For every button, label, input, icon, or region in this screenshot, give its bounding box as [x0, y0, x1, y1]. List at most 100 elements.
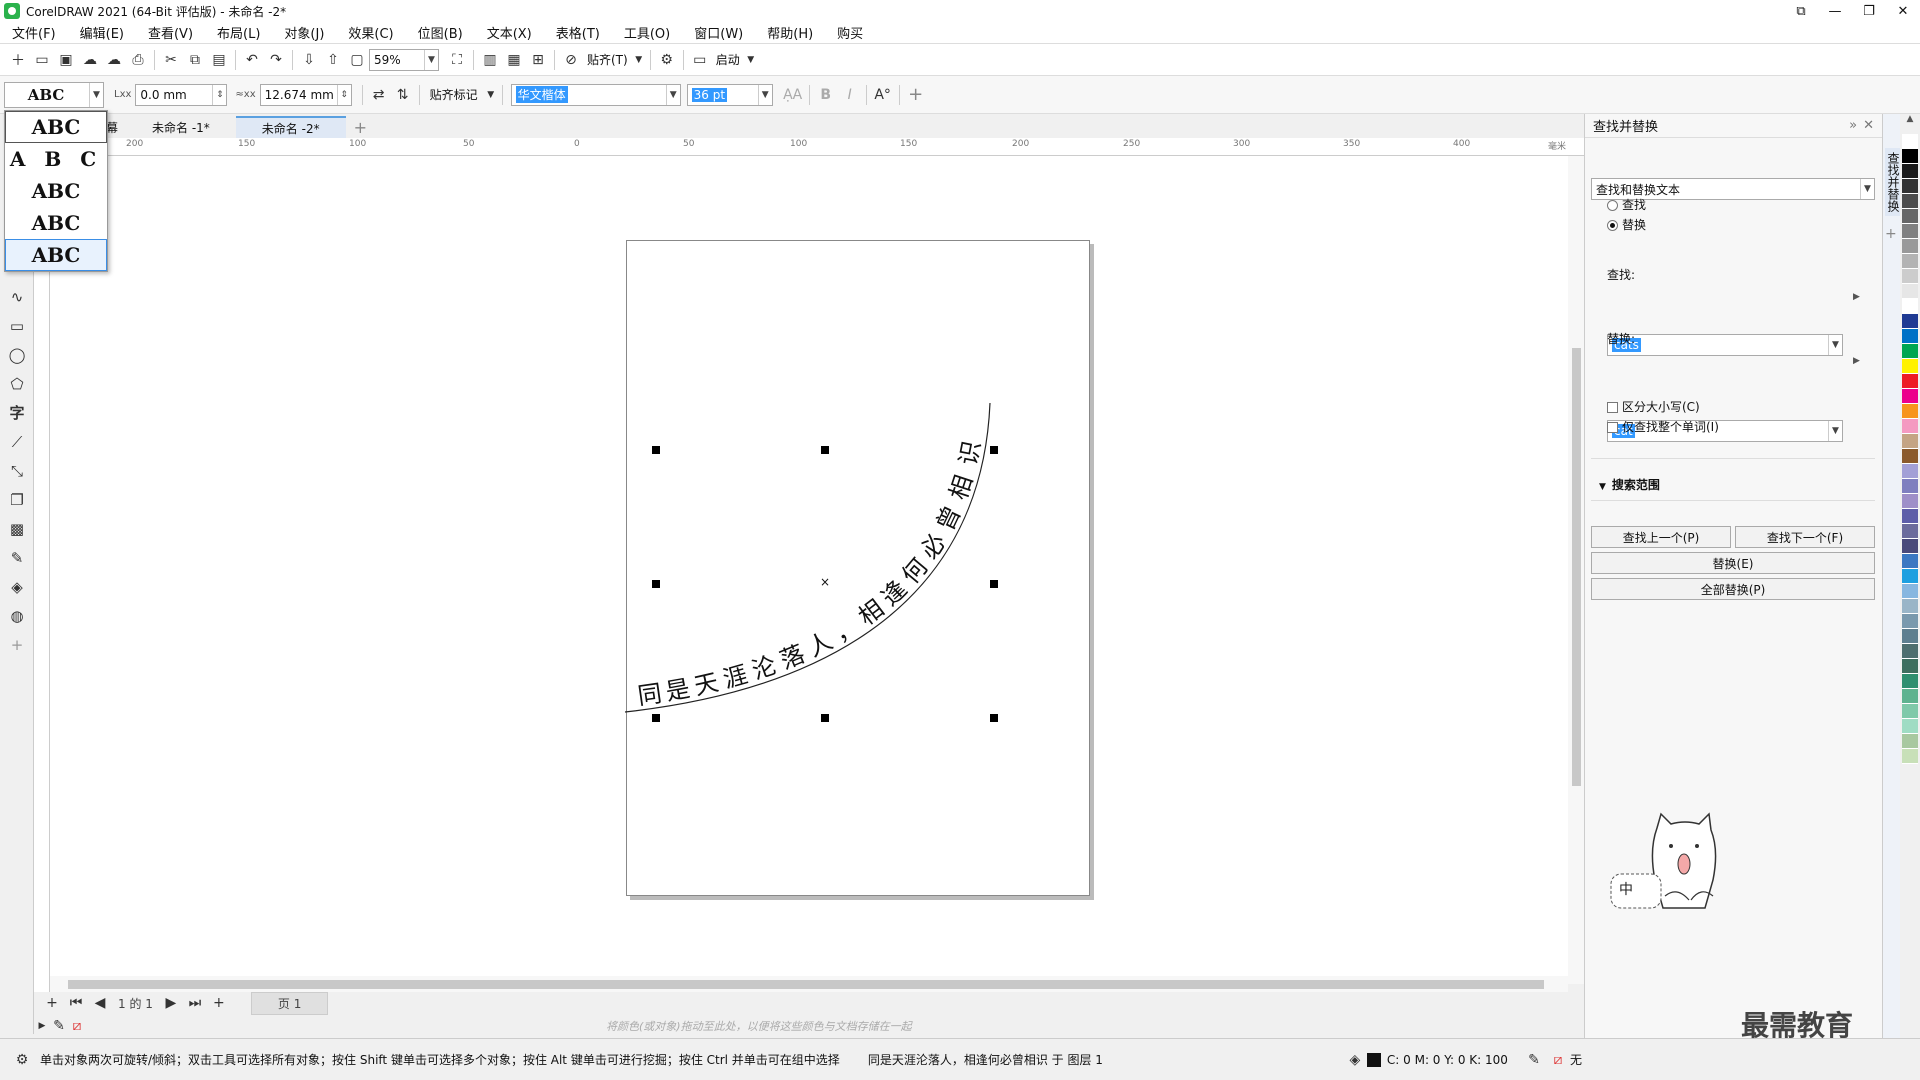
pdf-icon[interactable]: ▢ [345, 48, 369, 72]
color-swatch[interactable] [1902, 554, 1918, 569]
find-next-button[interactable]: 查找下一个(F) [1735, 526, 1875, 548]
preset-item[interactable]: ABC [5, 207, 107, 239]
color-swatch[interactable] [1902, 629, 1918, 644]
close-button[interactable]: ✕ [1886, 0, 1920, 22]
preset-item[interactable]: A B C [5, 143, 107, 175]
color-swatch[interactable] [1902, 419, 1918, 434]
stepper-icon[interactable]: ⇕ [212, 84, 226, 105]
add-tab-icon[interactable]: + [346, 116, 375, 138]
selection-handle[interactable] [652, 446, 660, 454]
connector-tool-icon[interactable]: ⤡ [0, 456, 34, 485]
color-swatch[interactable] [1902, 584, 1918, 599]
color-swatch[interactable] [1902, 689, 1918, 704]
restore-view-icon[interactable]: ⧉ [1784, 0, 1818, 22]
tab-untitled-1[interactable]: 未命名 -1* [126, 116, 236, 138]
docker-collapse-icon[interactable]: » [1849, 118, 1857, 133]
color-swatch[interactable] [1902, 134, 1918, 149]
fill-color-swatch[interactable] [1366, 1052, 1381, 1067]
full-screen-icon[interactable]: ⛶ [445, 48, 469, 72]
chevron-down-icon[interactable]: ▼ [89, 82, 103, 107]
radio-replace[interactable]: 替换 [1607, 216, 1646, 233]
selection-handle[interactable] [652, 580, 660, 588]
preset-item[interactable]: ABC [5, 175, 107, 207]
chevron-down-icon[interactable]: ▼ [484, 83, 498, 107]
vertical-ruler[interactable] [34, 156, 50, 992]
parallel-dimension-tool-icon[interactable]: ⟋ [0, 427, 34, 456]
paste-icon[interactable]: ▤ [207, 48, 231, 72]
color-swatch[interactable] [1902, 359, 1918, 374]
whole-word-box[interactable] [1607, 422, 1618, 433]
preset-item[interactable]: ABC [5, 239, 107, 271]
chevron-down-icon[interactable]: ▼ [1860, 179, 1874, 199]
menu-effects[interactable]: 效果(C) [336, 23, 405, 42]
text-path-preset-combo[interactable]: ABC ▼ [4, 81, 104, 108]
add-page-icon[interactable]: + [40, 991, 64, 1015]
menu-view[interactable]: 查看(V) [136, 23, 205, 42]
vertical-scrollbar[interactable] [1568, 156, 1584, 984]
color-swatch[interactable] [1902, 659, 1918, 674]
export-icon[interactable]: ⇧ [321, 48, 345, 72]
new-document-icon[interactable]: ＋ [6, 48, 30, 72]
color-swatch[interactable] [1902, 749, 1918, 764]
color-swatch[interactable] [1902, 374, 1918, 389]
replace-all-button[interactable]: 全部替换(P) [1591, 578, 1875, 600]
palette-scroll-up-icon[interactable]: ▲ [1900, 114, 1920, 134]
undo-icon[interactable]: ↶ [240, 48, 264, 72]
copy-icon[interactable]: ⧉ [183, 48, 207, 72]
chevron-right-icon[interactable]: ▶ [34, 1014, 50, 1038]
whole-word-checkbox[interactable]: 仅查找整个单词(I) [1607, 418, 1719, 435]
add-tool-icon[interactable]: + [0, 630, 34, 659]
color-swatch[interactable] [1902, 494, 1918, 509]
chevron-down-icon[interactable]: ▼ [1828, 335, 1842, 355]
drop-shadow-tool-icon[interactable]: ❐ [0, 485, 34, 514]
stepper-icon[interactable]: ⇕ [336, 84, 351, 105]
radio-replace-indicator[interactable] [1607, 220, 1618, 231]
chevron-down-icon[interactable]: ▼ [424, 49, 438, 70]
guidelines-icon[interactable]: ⊞ [526, 48, 550, 72]
maximize-button[interactable]: ❐ [1852, 0, 1886, 22]
color-swatch[interactable] [1902, 599, 1918, 614]
add-docker-icon[interactable]: + [1885, 226, 1900, 242]
color-swatch[interactable] [1902, 674, 1918, 689]
color-swatch[interactable] [1902, 209, 1918, 224]
color-swatch[interactable] [1902, 509, 1918, 524]
selection-handle[interactable] [821, 446, 829, 454]
color-swatch[interactable] [1902, 179, 1918, 194]
launch-icon[interactable]: ▭ [688, 48, 712, 72]
freehand-tool-icon[interactable]: ∿ [0, 282, 34, 311]
color-swatch[interactable] [1902, 569, 1918, 584]
menu-help[interactable]: 帮助(H) [755, 23, 825, 42]
no-color-swatch-icon[interactable]: ⧄ [68, 1014, 86, 1038]
color-swatch[interactable] [1902, 389, 1918, 404]
color-swatch[interactable] [1902, 299, 1918, 314]
menu-table[interactable]: 表格(T) [544, 23, 612, 42]
chevron-down-icon[interactable]: ▼ [665, 84, 680, 105]
zoom-level-combo[interactable]: 59% ▼ [369, 48, 439, 71]
color-swatch[interactable] [1902, 464, 1918, 479]
center-marker-icon[interactable]: × [820, 575, 830, 589]
font-list-combo[interactable]: 华文楷体 ▼ [510, 83, 681, 106]
color-swatch[interactable] [1902, 644, 1918, 659]
snap-off-icon[interactable]: ⊘ [559, 48, 583, 72]
cloud-upload-icon[interactable]: ☁ [102, 48, 126, 72]
color-swatch[interactable] [1902, 539, 1918, 554]
color-swatch[interactable] [1902, 434, 1918, 449]
color-swatch[interactable] [1902, 329, 1918, 344]
distance-from-path-field[interactable]: 12.674 mm ⇕ [259, 83, 352, 106]
cut-icon[interactable]: ✂ [159, 48, 183, 72]
color-swatch[interactable] [1902, 239, 1918, 254]
menu-file[interactable]: 文件(F) [0, 23, 68, 42]
rulers-icon[interactable]: ▥ [478, 48, 502, 72]
next-page-icon[interactable]: ▶ [159, 991, 183, 1015]
replace-options-icon[interactable]: ▶ [1853, 356, 1860, 366]
settings-gear-icon[interactable]: ⚙ [10, 1048, 34, 1072]
menu-buy[interactable]: 购买 [825, 23, 875, 42]
color-swatch[interactable] [1902, 344, 1918, 359]
match-case-box[interactable] [1607, 402, 1618, 413]
snap-marks-button[interactable]: 贴齐标记 [430, 86, 478, 103]
redo-icon[interactable]: ↷ [264, 48, 288, 72]
prev-page-icon[interactable]: ◀ [88, 991, 112, 1015]
first-page-icon[interactable]: ⏮ [64, 991, 88, 1015]
transparency-tool-icon[interactable]: ▩ [0, 514, 34, 543]
menu-tools[interactable]: 工具(O) [612, 23, 682, 42]
